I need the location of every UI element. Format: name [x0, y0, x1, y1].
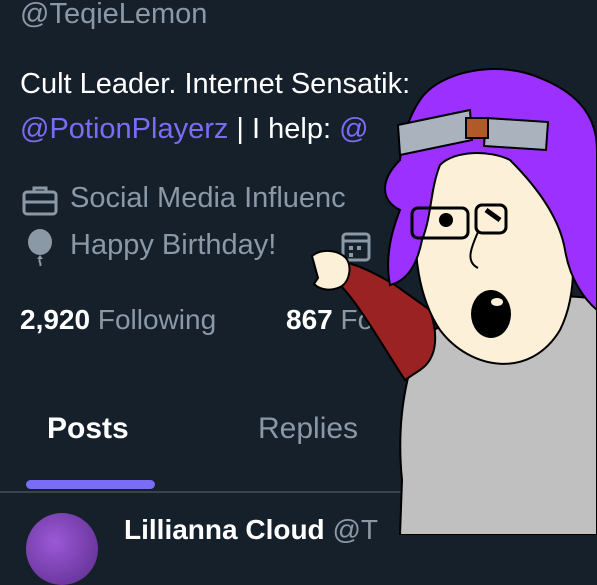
cartoon-character-sticker: [310, 68, 597, 535]
